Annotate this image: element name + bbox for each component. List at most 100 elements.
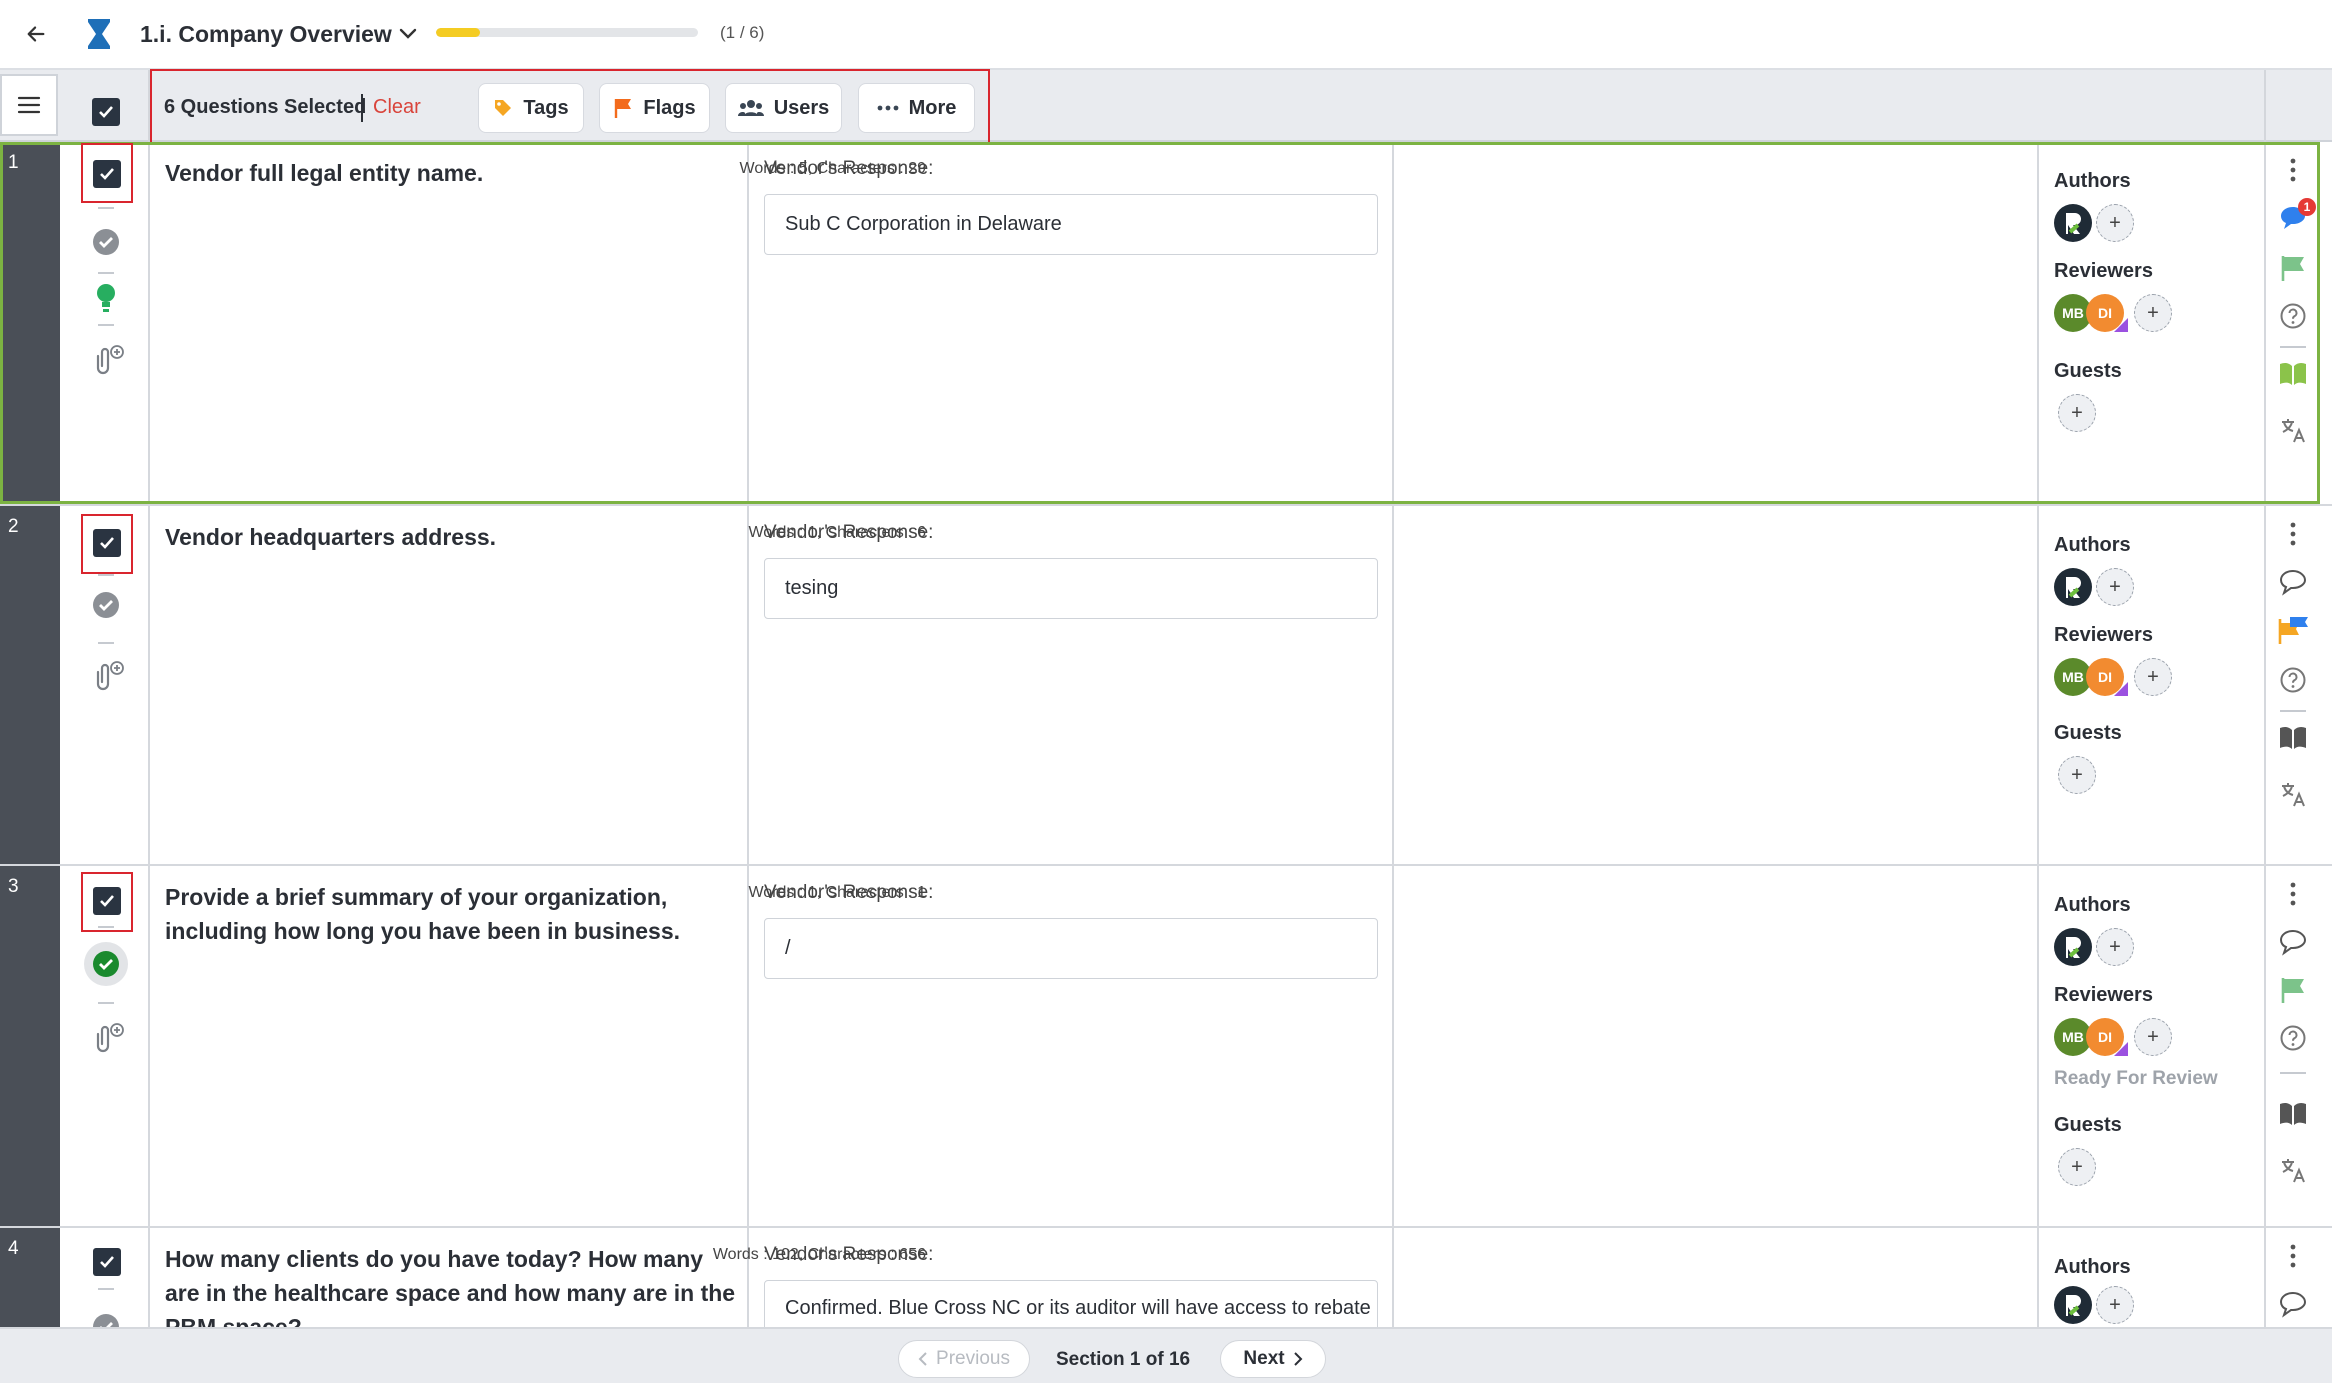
translate-icon[interactable] — [2275, 1152, 2311, 1188]
section-title[interactable]: 1.i. Company Overview — [140, 14, 392, 54]
row-checkbox[interactable] — [93, 529, 121, 557]
row-checkbox[interactable] — [93, 887, 121, 915]
translate-icon[interactable] — [2275, 412, 2311, 448]
response-input[interactable]: / — [764, 918, 1378, 979]
author-avatar[interactable] — [2054, 568, 2092, 606]
guests-label: Guests — [2054, 360, 2122, 382]
question-text: Vendor headquarters address. — [165, 524, 497, 550]
complete-check-icon[interactable] — [89, 588, 123, 622]
library-book-icon[interactable] — [2275, 1096, 2311, 1132]
kebab-menu-icon[interactable] — [2275, 516, 2311, 552]
add-reviewer-button[interactable]: + — [2134, 658, 2172, 696]
question-row: 3 Provide a brief summary of your organi… — [0, 866, 2332, 1228]
column-divider — [148, 506, 150, 864]
question-text: How many clients do you have today? How … — [165, 1246, 736, 1327]
chevron-down-icon[interactable] — [392, 14, 424, 54]
flag-icon[interactable] — [2275, 612, 2311, 648]
add-reviewer-button[interactable]: + — [2134, 1018, 2172, 1056]
approved-check-icon[interactable] — [84, 942, 128, 986]
add-guest-button[interactable]: + — [2058, 394, 2096, 432]
complete-check-icon[interactable] — [89, 1310, 123, 1327]
toolbar-divider — [2264, 70, 2266, 142]
help-icon[interactable] — [2275, 298, 2311, 334]
authors-label: Authors — [2054, 170, 2131, 192]
question-row: 2 Vendor headquarters address. Vendor's … — [0, 506, 2332, 866]
add-reviewer-button[interactable]: + — [2134, 294, 2172, 332]
flag-icon — [615, 99, 632, 118]
separator — [2280, 710, 2306, 712]
add-guest-button[interactable]: + — [2058, 756, 2096, 794]
author-avatar[interactable] — [2054, 1286, 2092, 1324]
select-all-checkbox[interactable] — [92, 98, 120, 126]
comment-icon[interactable] — [2275, 924, 2311, 960]
library-book-icon[interactable] — [2275, 356, 2311, 392]
kebab-menu-icon[interactable] — [2275, 1238, 2311, 1274]
add-guest-button[interactable]: + — [2058, 1148, 2096, 1186]
kebab-menu-icon[interactable] — [2275, 152, 2311, 188]
separator — [98, 574, 114, 576]
top-bar: 1.i. Company Overview (1 / 6) — [0, 0, 2332, 70]
separator — [98, 207, 114, 209]
response-input[interactable]: Sub C Corporation in Delaware — [764, 194, 1378, 255]
column-divider — [2264, 1228, 2266, 1327]
kebab-menu-icon[interactable] — [2275, 876, 2311, 912]
progress-text: (1 / 6) — [720, 23, 765, 42]
row-checkbox[interactable] — [93, 1248, 121, 1276]
reviewers-label: Reviewers — [2054, 984, 2153, 1006]
guests-label: Guests — [2054, 1114, 2122, 1136]
word-count: Words : 102, Characters : 656 — [712, 1246, 926, 1263]
attachment-add-icon[interactable] — [88, 342, 128, 378]
tag-icon — [495, 100, 512, 116]
progress-fill — [436, 28, 480, 37]
previous-label: Previous — [936, 1348, 1010, 1369]
flags-button[interactable]: Flags — [599, 83, 710, 133]
flag-icon[interactable] — [2275, 250, 2311, 286]
comment-icon[interactable] — [2275, 564, 2311, 600]
guests-label: Guests — [2054, 722, 2122, 744]
users-button[interactable]: Users — [725, 83, 842, 133]
complete-check-icon[interactable] — [89, 225, 123, 259]
chevron-right-icon — [1293, 1352, 1303, 1366]
authors-label: Authors — [2054, 534, 2131, 556]
back-arrow-icon[interactable] — [16, 14, 56, 54]
clear-selection-link[interactable]: Clear — [373, 92, 421, 122]
section-progress-bar — [436, 28, 698, 37]
help-icon[interactable] — [2275, 662, 2311, 698]
column-divider — [2037, 1228, 2039, 1327]
question-text: Vendor full legal entity name. — [165, 160, 484, 186]
question-text: Provide a brief summary of your organiza… — [165, 884, 680, 944]
review-status: Ready For Review — [2054, 1068, 2218, 1089]
translate-icon[interactable] — [2275, 776, 2311, 812]
response-input[interactable]: tesing — [764, 558, 1378, 619]
response-input[interactable]: Confirmed. Blue Cross NC or its auditor … — [764, 1280, 1378, 1327]
separator — [98, 272, 114, 274]
attachment-add-icon[interactable] — [88, 658, 128, 694]
word-count: Words : 1, Characters : 6 — [748, 524, 926, 541]
separator — [2280, 346, 2306, 348]
flag-icon[interactable] — [2275, 972, 2311, 1008]
add-author-button[interactable]: + — [2096, 204, 2134, 242]
menu-toggle-button[interactable] — [0, 74, 58, 136]
add-author-button[interactable]: + — [2096, 928, 2134, 966]
author-avatar[interactable] — [2054, 928, 2092, 966]
previous-button[interactable]: Previous — [898, 1340, 1030, 1378]
tags-button[interactable]: Tags — [478, 83, 584, 133]
next-button[interactable]: Next — [1220, 1340, 1326, 1378]
column-divider — [747, 506, 749, 864]
selected-count: 6 Questions Selected — [164, 96, 367, 118]
tags-label: Tags — [523, 96, 569, 119]
attachment-add-icon[interactable] — [88, 1020, 128, 1056]
reviewers-label: Reviewers — [2054, 260, 2153, 282]
author-avatar[interactable] — [2054, 204, 2092, 242]
library-book-icon[interactable] — [2275, 720, 2311, 756]
separator — [98, 642, 114, 644]
add-author-button[interactable]: + — [2096, 1286, 2134, 1324]
help-icon[interactable] — [2275, 1020, 2311, 1056]
row-checkbox[interactable] — [93, 160, 121, 188]
comment-icon[interactable] — [2275, 1286, 2311, 1322]
more-button[interactable]: More — [858, 83, 975, 133]
comment-count-badge: 1 — [2298, 198, 2316, 216]
add-author-button[interactable]: + — [2096, 568, 2134, 606]
lightbulb-icon[interactable] — [89, 278, 123, 318]
row-number-strip — [0, 866, 60, 1226]
